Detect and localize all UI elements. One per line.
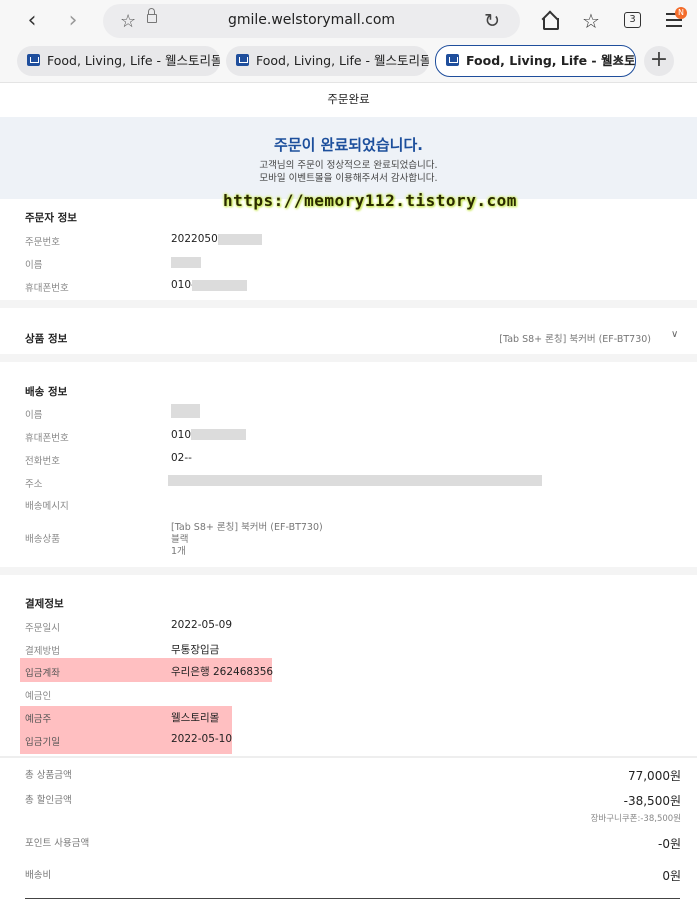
redacted-block: [171, 257, 201, 268]
shipping-message-label: 배송메시지: [25, 501, 69, 512]
redacted-block: [218, 234, 262, 245]
tabs-icon[interactable]: 3: [624, 12, 641, 28]
orderer-name-label: 이름: [25, 260, 43, 271]
reload-icon[interactable]: ↻: [484, 10, 500, 32]
shipping-items-label: 배송상품: [25, 534, 60, 545]
address-bar[interactable]: ☆ gmile.welstorymall.com ↻: [103, 4, 520, 38]
browser-toolbar: ‹ › ☆ gmile.welstorymall.com ↻ ☆ 3 N: [0, 0, 697, 42]
depositor-label: 예금인: [25, 691, 52, 702]
section-divider: [0, 300, 697, 308]
notification-badge: N: [675, 7, 687, 19]
payment-method-value: 무통장입금: [171, 644, 220, 656]
shipping-item-name: [Tab S8+ 론칭] 북커버 (EF-BT730): [171, 522, 323, 533]
holder-label: 예금주: [25, 714, 52, 725]
page-title: 주문완료: [327, 92, 370, 106]
discount-label: 총 할인금액: [25, 795, 72, 806]
redacted-address: [168, 475, 542, 486]
total-label: 총 상품금액: [25, 770, 72, 781]
deadline-label: 입금기일: [25, 737, 60, 748]
banner-line-2: 모바일 이벤트몰을 이용해주셔서 감사합니다.: [259, 173, 438, 184]
shipping-item-qty: 1개: [171, 546, 186, 557]
holder-value: 웰스토리몰: [171, 712, 220, 724]
back-icon[interactable]: ‹: [20, 9, 44, 33]
redacted-block: [192, 280, 247, 291]
order-no-label: 주문번호: [25, 237, 60, 248]
account-value: 우리은행 262468356: [171, 666, 274, 678]
shipping-fee-label: 배송비: [25, 870, 52, 881]
shipping-tel-label: 전화번호: [25, 456, 60, 467]
point-label: 포인트 사용금액: [25, 838, 90, 849]
tab-1[interactable]: Food, Living, Life - 웰스토리몰: [17, 46, 220, 76]
product-section-title[interactable]: 상품 정보: [25, 331, 67, 346]
discount-value: -38,500원: [623, 794, 681, 808]
point-value: -0원: [657, 837, 681, 851]
cart-favicon-icon: [236, 54, 249, 66]
section-divider: [0, 567, 697, 575]
order-date-value: 2022-05-09: [171, 619, 233, 631]
discount-detail: 장바구니쿠폰:-38,500원: [590, 814, 681, 824]
tab-title: Food, Living, Life - 웰스토...: [466, 53, 636, 68]
tab-title: Food, Living, Life - 웰스토리몰: [256, 53, 429, 68]
section-divider: [0, 756, 697, 758]
shipping-tel-value: 02--: [171, 452, 192, 464]
banner-heading: 주문이 완료되었습니다.: [274, 136, 423, 154]
forward-icon[interactable]: ›: [61, 9, 85, 33]
shipping-name-label: 이름: [25, 410, 43, 421]
tab-title: Food, Living, Life - 웰스토리몰: [47, 53, 220, 68]
chevron-down-icon[interactable]: ∨: [671, 329, 678, 340]
shipping-section-title: 배송 정보: [25, 386, 68, 398]
summary-divider: [25, 898, 680, 899]
total-value: 77,000원: [627, 769, 681, 783]
redacted-block: [171, 404, 200, 418]
order-no-value: 20220509: [171, 233, 225, 245]
tab-strip: Food, Living, Life - 웰스토리몰 Food, Living,…: [0, 42, 697, 83]
tab-3-active[interactable]: Food, Living, Life - 웰스토... ✕: [435, 45, 636, 77]
watermark: https://memory112.tistory.com: [223, 191, 517, 210]
shipping-fee-value: 0원: [662, 869, 681, 883]
bookmarks-icon[interactable]: ☆: [582, 9, 600, 33]
close-tab-icon[interactable]: ✕: [612, 46, 625, 76]
product-summary[interactable]: [Tab S8+ 론칭] 북커버 (EF-BT730): [499, 331, 651, 345]
order-complete-banner: 주문이 완료되었습니다. 고객님의 주문이 정상적으로 완료되었습니다. 모바일…: [0, 117, 697, 199]
home-icon[interactable]: [540, 12, 560, 30]
cart-favicon-icon: [446, 54, 459, 66]
tab-2[interactable]: Food, Living, Life - 웰스토리몰: [226, 46, 429, 76]
new-tab-button[interactable]: +: [644, 46, 674, 76]
orderer-section-title: 주문자 정보: [25, 212, 77, 224]
payment-method-label: 결제방법: [25, 646, 60, 657]
shipping-phone-label: 휴대폰번호: [25, 433, 69, 444]
shipping-address-label: 주소: [25, 479, 43, 490]
section-divider: [0, 354, 697, 362]
redacted-block: [191, 429, 246, 440]
account-label: 입금계좌: [25, 668, 60, 679]
banner-line-1: 고객님의 주문이 정상적으로 완료되었습니다.: [259, 160, 438, 171]
deadline-value: 2022-05-10: [171, 733, 233, 745]
order-date-label: 주문일시: [25, 623, 60, 634]
payment-section-title: 결제정보: [25, 598, 64, 610]
orderer-phone-label: 휴대폰번호: [25, 283, 69, 294]
cart-favicon-icon: [27, 54, 40, 66]
url-text[interactable]: gmile.welstorymall.com: [103, 12, 520, 28]
